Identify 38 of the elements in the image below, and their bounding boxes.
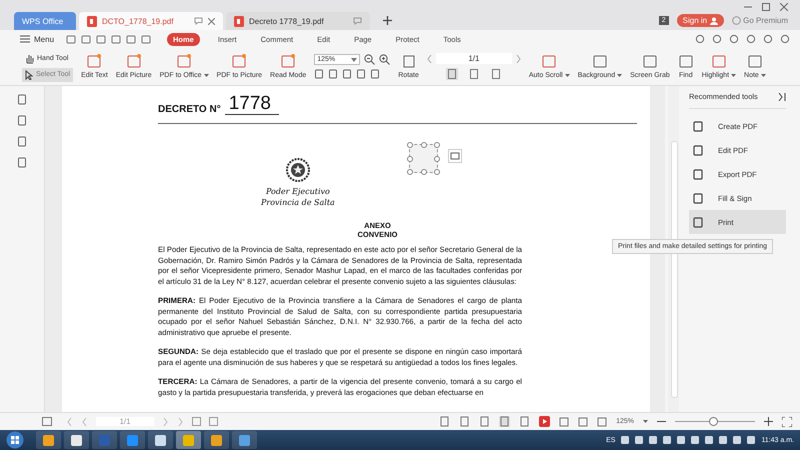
menu-icon	[20, 35, 30, 43]
zoom-in-icon[interactable]	[764, 417, 773, 426]
taskbar-app-button[interactable]	[64, 431, 89, 449]
page-number-field[interactable]: 1/1	[436, 53, 512, 64]
sign-in-button[interactable]: Sign in	[676, 14, 724, 27]
zoom-out-icon[interactable]	[364, 54, 376, 65]
go-premium-link[interactable]: Go Premium	[732, 16, 788, 25]
sidebar-toggle-icon[interactable]	[42, 417, 52, 426]
taskbar-app-button[interactable]	[36, 431, 61, 449]
tab-title: Decreto 1778_19.pdf	[249, 16, 325, 26]
play-icon[interactable]	[539, 416, 550, 427]
tab-title: DCTO_1778_19.pdf	[102, 16, 174, 26]
close-icon[interactable]	[780, 3, 788, 11]
pdf-file-icon	[87, 16, 97, 26]
cursor-icon	[25, 70, 33, 80]
zoom-in-icon[interactable]	[379, 54, 390, 65]
new-tab-icon[interactable]	[383, 16, 392, 25]
taskbar-app-button[interactable]	[204, 431, 229, 449]
page-icon	[400, 54, 417, 69]
slider-thumb[interactable]	[708, 417, 718, 426]
document-tab[interactable]: Decreto 1778_19.pdf	[226, 12, 370, 30]
seal-caption: Provincia de Salta	[261, 197, 335, 208]
taskbar-app-button[interactable]	[232, 431, 257, 449]
document-tab[interactable]: DCTO_1778_19.pdf	[79, 12, 223, 30]
start-button-icon[interactable]	[6, 431, 24, 449]
chat-bubble-icon[interactable]	[194, 17, 203, 25]
hand-icon	[25, 54, 34, 64]
decree-number: 1778	[224, 94, 279, 115]
fullscreen-icon[interactable]	[782, 416, 792, 426]
close-icon[interactable]	[208, 18, 215, 24]
maximize-icon[interactable]	[762, 3, 770, 11]
menu-button[interactable]: Menu	[20, 34, 54, 44]
seal-caption: Poder Ejecutivo	[266, 186, 330, 197]
pdf-file-icon	[234, 16, 244, 26]
decree-label: DECRETO N°	[158, 104, 221, 115]
image-selection-frame[interactable]	[409, 144, 438, 173]
collapse-panel-icon[interactable]	[778, 92, 786, 100]
taskbar-app-button[interactable]	[148, 431, 173, 449]
